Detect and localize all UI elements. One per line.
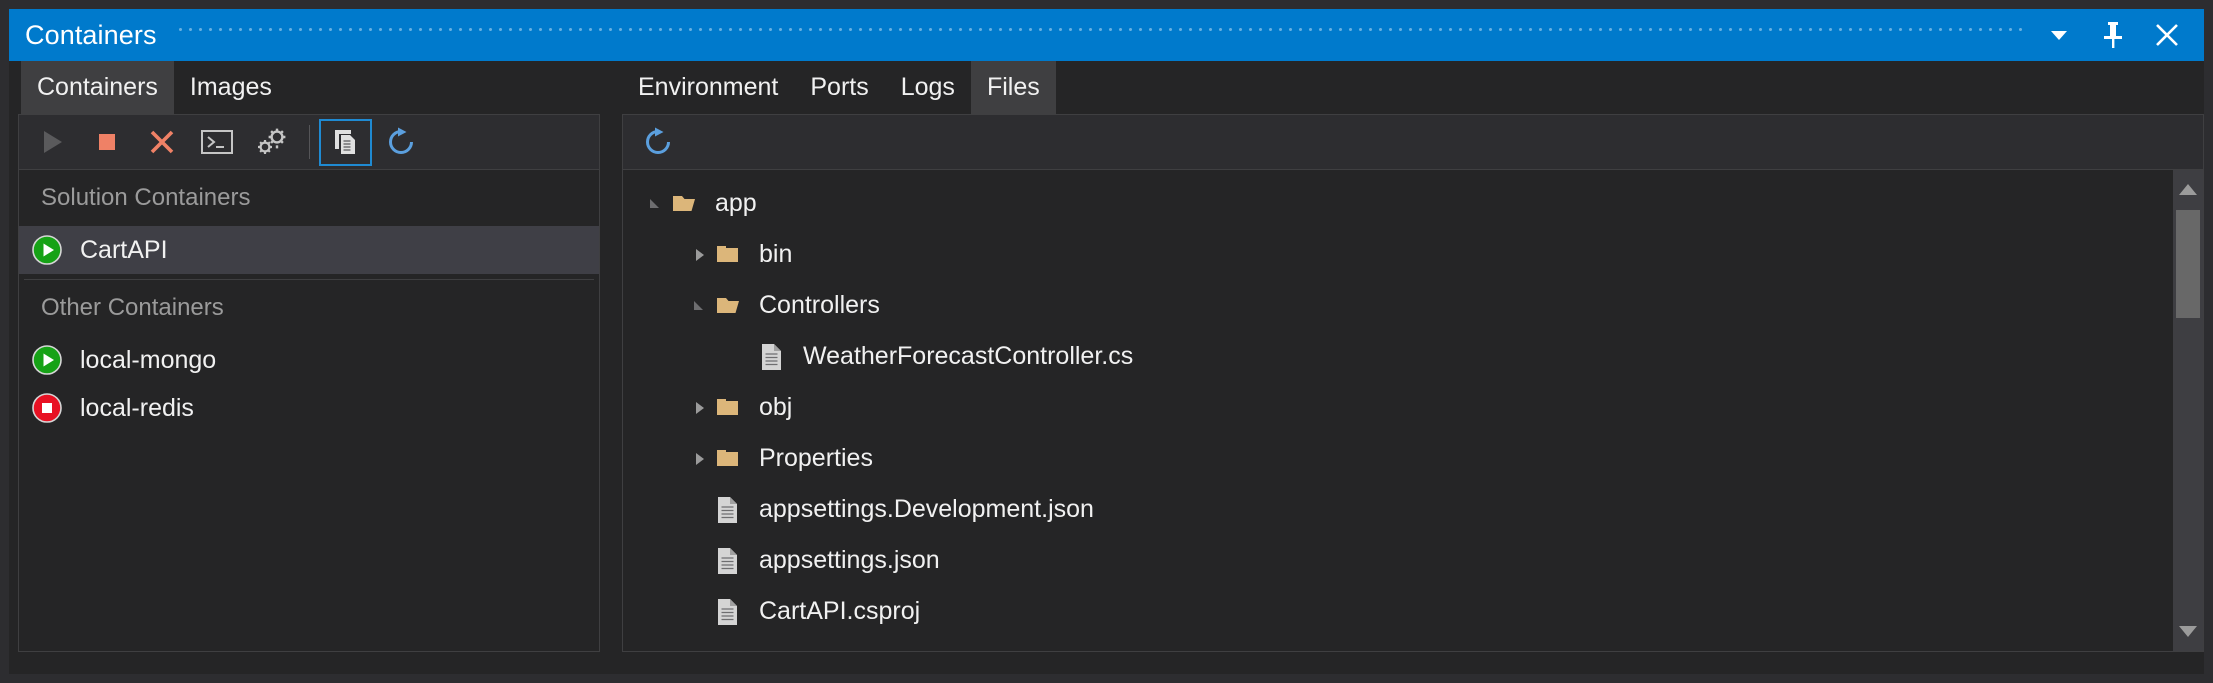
chevron-collapsed-icon[interactable] (685, 393, 715, 423)
stopped-state-icon (31, 392, 63, 424)
close-icon[interactable] (2140, 9, 2194, 61)
tree-item-label: app (715, 189, 757, 217)
file-icon (715, 495, 745, 525)
left-tabstrip: Containers Images (9, 61, 609, 114)
tab-logs[interactable]: Logs (885, 61, 971, 114)
tree-item-label: appsettings.json (759, 546, 940, 574)
file-tree: app bin Controllers WeatherForecastContr… (622, 169, 2204, 652)
chevron-expanded-icon[interactable] (641, 189, 671, 219)
folder-closed-icon (715, 393, 745, 423)
tree-row[interactable]: bin (623, 229, 2173, 280)
tab-logs-label: Logs (900, 73, 955, 101)
group-header-other: Other Containers (41, 294, 224, 321)
file-icon (715, 597, 745, 627)
file-tree-scroll-area: app bin Controllers WeatherForecastContr… (623, 170, 2173, 651)
running-state-icon (31, 234, 63, 266)
container-name: local-mongo (80, 345, 217, 374)
container-name: CartAPI (80, 235, 168, 264)
refresh-button[interactable] (374, 119, 427, 166)
tree-item-label: Controllers (759, 291, 880, 319)
file-icon (759, 342, 789, 372)
folder-closed-icon (715, 240, 745, 270)
file-icon (715, 546, 745, 576)
tab-files-label: Files (986, 73, 1040, 101)
container-row-local-redis[interactable]: local-redis (19, 384, 599, 432)
refresh-button[interactable] (631, 119, 684, 166)
container-row-local-mongo[interactable]: local-mongo (19, 336, 599, 384)
tab-images[interactable]: Images (174, 61, 288, 114)
chevron-expanded-icon[interactable] (685, 291, 715, 321)
title-bar: Containers (9, 9, 2204, 61)
tree-item-label: Properties (759, 444, 873, 472)
chevron-down-icon[interactable] (2032, 9, 2086, 61)
pin-icon[interactable] (2086, 9, 2140, 61)
scroll-down-arrow-icon[interactable] (2173, 617, 2203, 647)
files-button[interactable] (319, 118, 372, 166)
tab-containers[interactable]: Containers (21, 61, 174, 114)
tree-row[interactable]: app (623, 178, 2173, 229)
terminal-button[interactable] (190, 119, 243, 166)
scrollbar-thumb[interactable] (2176, 210, 2200, 318)
folder-closed-icon (715, 444, 745, 474)
tab-ports-label: Ports (810, 73, 869, 101)
container-details-pane: Environment Ports Logs Files app bin Con… (622, 61, 2204, 674)
title-bar-buttons (2032, 9, 2204, 61)
containers-left-pane: Containers Images Solution Containers Ca… (9, 61, 609, 674)
tree-row[interactable]: Properties (623, 433, 2173, 484)
folder-open-icon (715, 291, 745, 321)
tree-row[interactable]: CartAPI.csproj (623, 586, 2173, 637)
details-tabstrip: Environment Ports Logs Files (622, 61, 2204, 114)
tab-files[interactable]: Files (970, 61, 1056, 114)
tree-row[interactable]: obj (623, 382, 2173, 433)
tab-environment-label: Environment (638, 73, 779, 101)
tree-row[interactable]: appsettings.Development.json (623, 484, 2173, 535)
group-header-solution: Solution Containers (41, 184, 251, 211)
tree-item-label: bin (759, 240, 793, 268)
tab-environment[interactable]: Environment (622, 61, 794, 114)
tree-row[interactable]: WeatherForecastController.cs (623, 331, 2173, 382)
stop-button[interactable] (80, 119, 133, 166)
settings-button[interactable] (245, 119, 298, 166)
toolbar-separator (309, 125, 310, 159)
tree-row[interactable]: appsettings.json (623, 535, 2173, 586)
tree-row[interactable]: Controllers (623, 280, 2173, 331)
container-row-cartapi[interactable]: CartAPI (19, 226, 599, 274)
containers-list: Solution Containers CartAPI Other Contai… (18, 169, 600, 652)
file-tree-scrollbar[interactable] (2173, 170, 2203, 651)
pane-splitter[interactable] (609, 61, 622, 674)
folder-open-icon (671, 189, 701, 219)
chevron-collapsed-icon[interactable] (685, 240, 715, 270)
scroll-up-arrow-icon[interactable] (2173, 174, 2203, 204)
containers-tool-window: Containers Containers Images Solution Co… (0, 0, 2213, 683)
running-state-icon (31, 344, 63, 376)
chevron-collapsed-icon[interactable] (685, 444, 715, 474)
page-title: Containers (25, 19, 157, 50)
remove-button[interactable] (135, 119, 188, 166)
container-name: local-redis (80, 393, 194, 422)
files-toolbar (622, 114, 2204, 169)
tab-containers-label: Containers (37, 73, 158, 101)
play-button[interactable] (25, 119, 78, 166)
tab-ports[interactable]: Ports (794, 61, 884, 114)
tree-item-label: CartAPI.csproj (759, 597, 921, 625)
tree-item-label: appsettings.Development.json (759, 495, 1094, 523)
title-drag-grip[interactable] (178, 9, 2022, 61)
containers-toolbar (18, 114, 600, 169)
tab-images-label: Images (189, 73, 272, 101)
tree-item-label: WeatherForecastController.cs (803, 342, 1134, 370)
tree-item-label: obj (759, 393, 793, 421)
